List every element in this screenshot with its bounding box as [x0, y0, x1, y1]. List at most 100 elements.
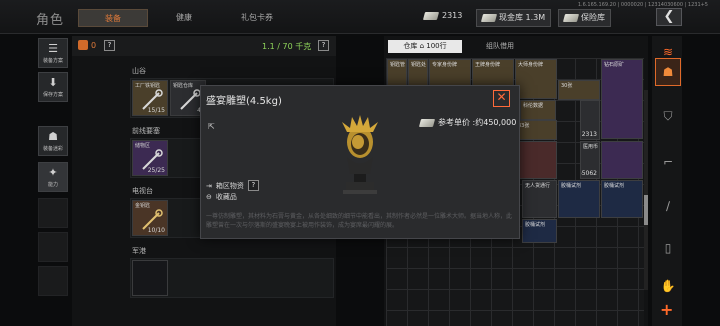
section-label-valley: 山谷: [132, 67, 146, 75]
ability-icon: ✦: [48, 166, 58, 179]
item-name: 储物区: [135, 143, 151, 149]
cash-vault-button[interactable]: 现金库 1.3M: [476, 9, 552, 27]
stash-item[interactable]: 胶桶试剂: [522, 219, 557, 243]
cash-icon: [480, 14, 498, 22]
save-loadout-button[interactable]: ⬇ 保存方案: [38, 72, 68, 102]
item-name: 大师身份牌: [518, 62, 544, 68]
scrollbar-thumb[interactable]: [644, 195, 648, 225]
stash-item[interactable]: 2313: [580, 100, 600, 140]
key-item[interactable]: 储物区 25/25: [132, 140, 168, 176]
item-name: 专家身份牌: [432, 62, 458, 68]
helmet-icon: ☗: [662, 65, 674, 79]
share-icon[interactable]: ⇱: [208, 122, 215, 131]
item-name: 胶桶试剂: [525, 222, 546, 228]
item-name: 医用币: [583, 144, 599, 150]
stash-item[interactable]: [601, 141, 643, 179]
item-count: 10/10: [147, 227, 165, 234]
price-label: 参考单价 :约450,000: [438, 118, 517, 127]
category-knife[interactable]: ∕: [655, 192, 681, 220]
weight-display: 1.1 / 70 千克: [262, 42, 312, 51]
stash-item[interactable]: 无人货通行: [522, 180, 557, 218]
helmet-icon: ☗: [48, 130, 58, 143]
bag-count: 0: [91, 41, 97, 50]
cash-display: 2313: [422, 11, 462, 20]
body-armor-icon: ⛉: [663, 108, 673, 123]
hand-icon: ✋: [660, 279, 676, 293]
item-count: 15/15: [147, 107, 165, 114]
category-consumable[interactable]: ▯: [655, 234, 681, 262]
section-label-military-port: 军港: [132, 247, 146, 255]
camo-button[interactable]: ☗ 装备迷彩: [38, 126, 68, 156]
item-name: 30张: [561, 83, 573, 89]
item-name: 工厂铁钥匙: [135, 83, 161, 89]
area-help-button[interactable]: ?: [247, 180, 259, 191]
item-name: 钻石原矿: [604, 62, 625, 68]
popup-title: 盛宴雕塑(4.5kg): [206, 96, 282, 107]
rifle-icon: ⌐: [662, 155, 674, 169]
category-hand[interactable]: ✋: [655, 272, 681, 300]
close-icon: ✕: [496, 90, 507, 104]
reference-price: 参考单价 :约450,000: [418, 117, 517, 128]
loadout-button[interactable]: ☰ 装备方案: [38, 38, 68, 68]
tab-stash[interactable]: 仓库 ⌂ 100行: [388, 40, 462, 53]
stash-item[interactable]: 大师身份牌: [515, 59, 557, 99]
key-item[interactable]: 工厂铁钥匙 15/15: [132, 80, 168, 116]
safe-button[interactable]: 保险库: [558, 9, 611, 27]
stash-item[interactable]: 胶桶试剂: [601, 180, 643, 218]
area-supplies-icon: ⇥: [206, 181, 212, 190]
item-count: 65062: [581, 170, 597, 177]
ability-button[interactable]: ✦ 能力: [38, 162, 68, 192]
item-name: 胶桶试剂: [561, 183, 582, 189]
collectible-tag: ⊖ 收藏品: [206, 192, 237, 202]
stash-item[interactable]: 医用币 65062: [580, 141, 600, 179]
category-armor[interactable]: ⛉: [655, 102, 681, 130]
stash-item[interactable]: 33张: [515, 120, 557, 140]
item-name: 钥匙管: [390, 62, 406, 68]
item-name: 王牌身份牌: [475, 62, 501, 68]
item-name: 胶桶试剂: [604, 183, 625, 189]
close-button[interactable]: ✕: [493, 90, 510, 107]
section-label-tv-station: 电视台: [132, 187, 153, 195]
collapse-icon: ≋: [662, 45, 674, 59]
add-button[interactable]: +: [660, 300, 673, 319]
category-helmet[interactable]: ☗: [655, 58, 681, 86]
stash-item[interactable]: 30张: [558, 80, 600, 100]
cash-icon: [418, 118, 436, 127]
item-name: 钥匙处: [411, 62, 427, 68]
camo-label: 装备迷彩: [42, 146, 63, 152]
empty-key-slot[interactable]: [132, 260, 168, 296]
safe-label: 保险库: [581, 13, 605, 22]
save-loadout-label: 保存方案: [42, 92, 63, 98]
chevron-left-icon: ❮: [663, 9, 675, 24]
tab-equipment[interactable]: 装备: [78, 9, 148, 27]
section-label-frontline: 前线要塞: [132, 127, 160, 135]
empty-slot: [38, 198, 68, 228]
item-name: 金钥匙: [135, 203, 151, 209]
weight-help-button[interactable]: ?: [318, 40, 329, 51]
item-name: 钥匙仓库: [173, 83, 194, 89]
bottle-icon: ▯: [664, 241, 672, 255]
home-icon: ⌂: [419, 42, 425, 50]
tab-team-borrow[interactable]: 组队借用: [470, 40, 530, 53]
category-rifle[interactable]: ⌐: [655, 148, 681, 176]
scrollbar[interactable]: [644, 90, 648, 290]
stash-item[interactable]: 钻石原矿: [601, 59, 643, 139]
tab-health[interactable]: 健康: [154, 9, 214, 27]
stash-item[interactable]: 科伦数据: [520, 100, 556, 120]
item-description: 一尊仿制雕塑，其材料为石膏与黄金，从各处细致的细节中能看出，其制作者必然是一位雕…: [206, 213, 513, 229]
help-button[interactable]: ?: [104, 40, 115, 51]
knife-icon: ∕: [665, 199, 671, 213]
sculpture-image: [342, 115, 378, 194]
back-button[interactable]: ❮: [656, 8, 682, 26]
safe-icon: [562, 14, 580, 22]
tab-gift-coupons[interactable]: 礼包卡券: [222, 9, 292, 27]
stash-item[interactable]: [515, 141, 557, 179]
area-supplies-tag: ⇥ 箱区物资 ?: [206, 180, 259, 191]
stash-row-count: 100行: [426, 42, 447, 50]
system-info: 1.6.165.169.20 | 0000020 | 12314030600 |…: [577, 2, 708, 8]
loadout-label: 装备方案: [42, 58, 63, 64]
key-item[interactable]: 金钥匙 10/10: [132, 200, 168, 236]
item-name: 科伦数据: [523, 103, 544, 109]
cash-icon: [422, 11, 440, 20]
stash-item[interactable]: 胶桶试剂: [558, 180, 600, 218]
